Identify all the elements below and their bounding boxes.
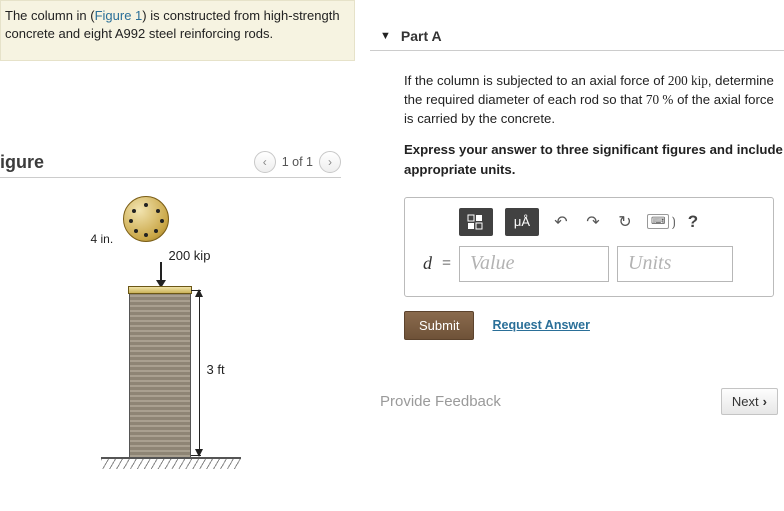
ground-graphic (101, 457, 241, 459)
figure-link[interactable]: Figure 1 (95, 8, 143, 23)
figure-nav: ‹ 1 of 1 › (254, 151, 341, 173)
reset-icon: ↻ (618, 214, 631, 231)
disclosure-triangle-icon: ▼ (380, 30, 391, 42)
next-button[interactable]: Next › (721, 388, 778, 415)
reset-button[interactable]: ↻ (615, 212, 635, 232)
request-answer-link[interactable]: Request Answer (492, 318, 589, 332)
q-force-val: 200 (668, 73, 691, 88)
q-force-unit: kip (691, 73, 708, 88)
redo-icon: ↷ (586, 214, 599, 231)
keyboard-button[interactable]: ⌨ (647, 214, 669, 229)
column-graphic (129, 288, 191, 458)
submit-label: Submit (419, 318, 459, 333)
dimension-height: 3 ft (207, 362, 225, 377)
problem-pre: The column in ( (5, 8, 95, 23)
dimension-line-vertical (199, 290, 200, 456)
templates-icon (467, 214, 485, 230)
keyboard-paren: ⟯ (671, 214, 675, 230)
help-label: ? (688, 212, 698, 231)
value-placeholder: Value (470, 252, 514, 275)
figure-counter: 1 of 1 (282, 155, 313, 169)
figure-title: igure (0, 152, 44, 173)
figure-prev-button[interactable]: ‹ (254, 151, 276, 173)
units-button[interactable]: μÅ (505, 208, 539, 236)
answer-toolbar: μÅ ↶ ↷ ↻ ⌨ ⟯ ? (417, 208, 761, 236)
chevron-right-icon: › (328, 155, 332, 169)
keyboard-icon: ⌨ (651, 216, 665, 227)
value-input[interactable]: Value (459, 246, 609, 282)
figure-section: igure ‹ 1 of 1 › 4 (0, 151, 355, 492)
chevron-right-icon: › (763, 394, 767, 409)
redo-button[interactable]: ↷ (583, 212, 603, 232)
units-placeholder: Units (628, 252, 671, 275)
next-label: Next (732, 394, 759, 409)
question-body: If the column is subjected to an axial f… (370, 51, 784, 179)
units-button-label: μÅ (514, 214, 530, 229)
chevron-left-icon: ‹ (263, 155, 267, 169)
provide-feedback-link[interactable]: Provide Feedback (380, 393, 501, 410)
q-text-1: If the column is subjected to an axial f… (404, 73, 668, 88)
part-title: Part A (401, 28, 442, 44)
part-header[interactable]: ▼ Part A (370, 0, 784, 51)
submit-button[interactable]: Submit (404, 311, 474, 340)
units-input[interactable]: Units (617, 246, 733, 282)
undo-button[interactable]: ↶ (551, 212, 571, 232)
problem-statement: The column in (Figure 1) is constructed … (0, 0, 355, 61)
q-pct-unit: % (662, 92, 673, 107)
answer-variable: d (417, 253, 434, 274)
cross-section-circle (123, 196, 169, 242)
answer-instruction: Express your answer to three significant… (404, 140, 784, 178)
force-label: 200 kip (169, 248, 211, 263)
figure-next-button[interactable]: › (319, 151, 341, 173)
equals-sign: = (442, 255, 451, 273)
answer-box: μÅ ↶ ↷ ↻ ⌨ ⟯ ? d = Value Units (404, 197, 774, 297)
undo-icon: ↶ (554, 214, 567, 231)
dimension-radius: 4 in. (91, 232, 114, 246)
figure-image: 4 in. 200 kip 3 ft (61, 192, 281, 492)
help-button[interactable]: ? (688, 212, 698, 232)
templates-button[interactable] (459, 208, 493, 236)
q-pct-val: 70 (646, 92, 662, 107)
